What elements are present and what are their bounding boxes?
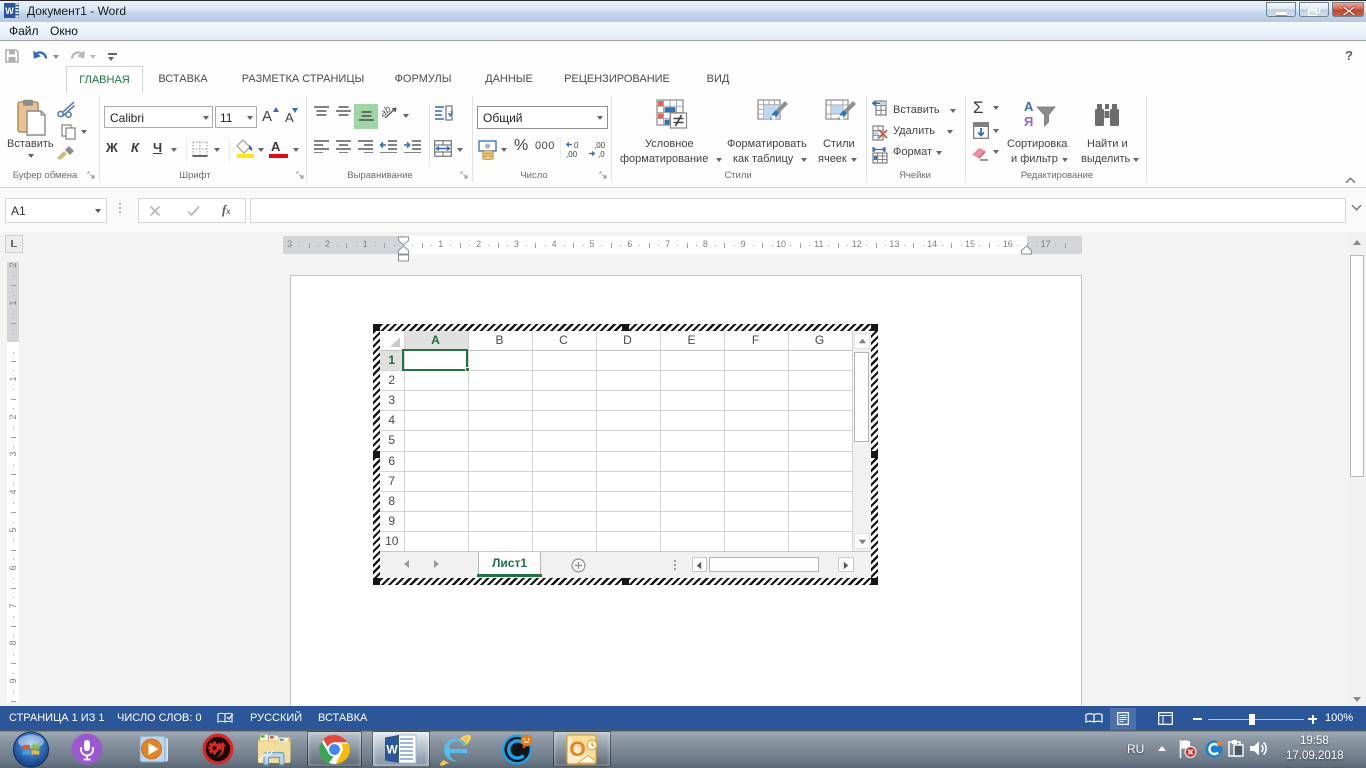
svg-text:W: W [5,6,14,16]
svg-text:O: O [569,738,585,761]
svg-text:,00: ,00 [566,150,578,159]
svg-text:0: 0 [574,141,579,150]
svg-text:,0: ,0 [598,150,605,159]
svg-text:,00: ,00 [594,141,606,150]
svg-text:W: W [386,743,398,757]
